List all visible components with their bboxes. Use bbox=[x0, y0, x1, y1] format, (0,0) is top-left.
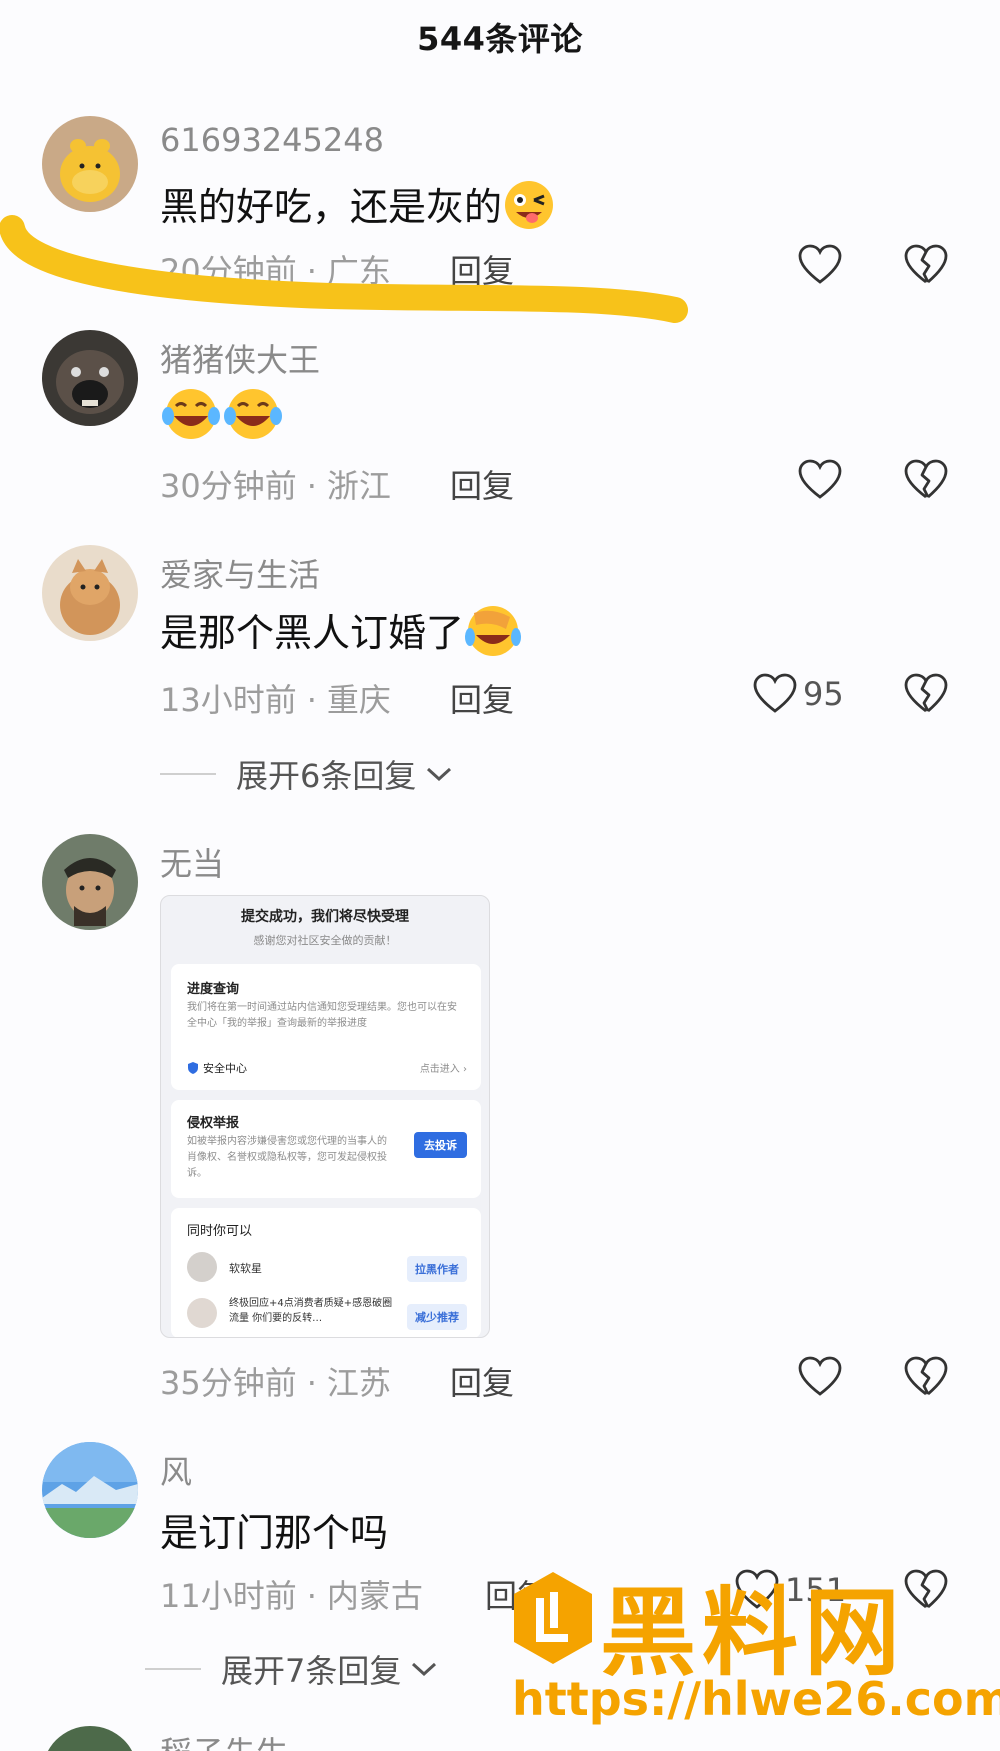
divider bbox=[160, 773, 216, 775]
comment-meta: 11小时前 · 内蒙古 bbox=[160, 1571, 423, 1617]
avatar[interactable] bbox=[42, 1442, 138, 1538]
comment-meta: 35分钟前 · 江苏 bbox=[160, 1358, 391, 1404]
infringe-title: 侵权举报 bbox=[187, 1116, 240, 1131]
comment-location: 广东 bbox=[326, 252, 391, 290]
user1-name: 软软星 bbox=[229, 1262, 262, 1275]
enter-link[interactable]: 点击进入 › bbox=[420, 1060, 467, 1075]
dislike-button[interactable] bbox=[904, 1569, 948, 1615]
brand-logo-icon bbox=[514, 1572, 592, 1664]
username[interactable]: 无当 bbox=[160, 839, 224, 885]
attached-screenshot-image[interactable]: 提交成功，我们将尽快受理 感谢您对社区安全做的贡献！ 进度查询 我们将在第一时间… bbox=[160, 895, 490, 1338]
avatar[interactable] bbox=[42, 116, 138, 212]
also-title: 同时你可以 bbox=[187, 1224, 253, 1239]
heart-icon bbox=[798, 244, 842, 284]
comment-time: 11小时前 bbox=[160, 1577, 297, 1615]
separator: · bbox=[306, 1364, 317, 1402]
username[interactable]: 猪猪侠大王 bbox=[160, 335, 320, 381]
comment-location: 江苏 bbox=[326, 1364, 391, 1402]
chevron-down-icon bbox=[412, 1662, 437, 1677]
chevron-down-icon bbox=[427, 767, 452, 782]
username[interactable]: 61693245248 bbox=[160, 121, 384, 159]
broken-heart-icon bbox=[904, 244, 948, 284]
comment-time: 20分钟前 bbox=[160, 252, 297, 290]
comment-meta: 30分钟前 · 浙江 bbox=[160, 461, 391, 507]
complain-button[interactable]: 去投诉 bbox=[414, 1132, 467, 1158]
comment-text-content: 黑的好吃，还是灰的 bbox=[160, 185, 503, 229]
comment-location: 浙江 bbox=[326, 467, 391, 505]
avatar bbox=[187, 1298, 217, 1328]
expand-replies-button[interactable]: 展开6条回复 bbox=[160, 751, 454, 797]
divider bbox=[145, 1668, 201, 1670]
screenshot-subtitle: 感谢您对社区安全做的贡献！ bbox=[253, 934, 397, 947]
comment-time: 30分钟前 bbox=[160, 467, 297, 505]
comment-text: 是那个黑人订婚了 bbox=[160, 602, 522, 668]
dislike-button[interactable] bbox=[904, 459, 948, 505]
comment-location: 内蒙古 bbox=[326, 1577, 423, 1615]
separator: · bbox=[306, 1577, 317, 1615]
reply-button[interactable]: 回复 bbox=[450, 461, 514, 507]
broken-heart-icon bbox=[904, 673, 948, 713]
progress-title: 进度查询 bbox=[187, 982, 240, 997]
reply-button[interactable]: 回复 bbox=[450, 675, 514, 721]
avatar[interactable] bbox=[42, 545, 138, 641]
broken-heart-icon bbox=[904, 459, 948, 499]
broken-heart-icon bbox=[904, 1356, 948, 1396]
expand-replies-label: 展开7条回复 bbox=[221, 1652, 402, 1690]
avatar[interactable] bbox=[42, 1726, 138, 1751]
like-button[interactable] bbox=[798, 1356, 842, 1398]
screenshot-title: 提交成功，我们将尽快受理 bbox=[241, 909, 409, 925]
watermark-url: https://hlwe26.com bbox=[512, 1672, 1000, 1726]
avatar[interactable] bbox=[42, 330, 138, 426]
expand-replies-button[interactable]: 展开7条回复 bbox=[145, 1646, 439, 1692]
security-center-row[interactable]: 安全中心 bbox=[187, 1060, 247, 1076]
heart-icon bbox=[798, 459, 842, 499]
username[interactable]: 稻子先生 bbox=[160, 1728, 288, 1751]
username[interactable]: 风 bbox=[160, 1447, 192, 1493]
laughing-tears-emoji-icon bbox=[222, 386, 284, 451]
avatar[interactable] bbox=[42, 834, 138, 930]
wink-tongue-emoji-icon bbox=[502, 178, 556, 241]
avatar bbox=[187, 1252, 217, 1282]
like-button[interactable]: 95 bbox=[753, 673, 844, 715]
facepalm-laugh-emoji-icon bbox=[464, 603, 522, 668]
laughing-tears-emoji-icon bbox=[160, 386, 222, 451]
reply-button[interactable]: 回复 bbox=[450, 1358, 514, 1404]
like-count: 95 bbox=[803, 675, 844, 713]
comment-meta: 13小时前 · 重庆 bbox=[160, 675, 391, 721]
heart-icon bbox=[798, 1356, 842, 1396]
comment-time: 35分钟前 bbox=[160, 1364, 297, 1402]
comment-location: 重庆 bbox=[326, 681, 391, 719]
dislike-button[interactable] bbox=[904, 1356, 948, 1402]
separator: · bbox=[306, 681, 317, 719]
block-author-button[interactable]: 拉黑作者 bbox=[407, 1256, 467, 1282]
comments-count-title: 544条评论 bbox=[417, 20, 583, 58]
progress-card: 进度查询 我们将在第一时间通过站内信通知您受理结果。您也可以在安全中心「我的举报… bbox=[171, 964, 481, 1090]
shield-icon bbox=[188, 1062, 198, 1074]
progress-text: 我们将在第一时间通过站内信通知您受理结果。您也可以在安全中心「我的举报」查询最新… bbox=[187, 1002, 457, 1029]
dislike-button[interactable] bbox=[904, 244, 948, 290]
like-button[interactable] bbox=[798, 459, 842, 501]
username[interactable]: 爱家与生活 bbox=[160, 550, 320, 596]
comment-text: 是订门那个吗 bbox=[160, 1511, 389, 1555]
expand-replies-label: 展开6条回复 bbox=[236, 757, 417, 795]
security-center-label: 安全中心 bbox=[203, 1062, 247, 1075]
dislike-button[interactable] bbox=[904, 673, 948, 719]
reduce-recommend-button[interactable]: 减少推荐 bbox=[407, 1304, 467, 1330]
heart-icon bbox=[753, 673, 797, 713]
reply-button[interactable]: 回复 bbox=[450, 246, 514, 292]
comment-time: 13小时前 bbox=[160, 681, 297, 719]
broken-heart-icon bbox=[904, 1569, 948, 1609]
infringe-text: 如被举报内容涉嫌侵害您或您代理的当事人的肖像权、名誉权或隐私权等，您可发起侵权投… bbox=[187, 1136, 387, 1179]
separator: · bbox=[306, 467, 317, 505]
comment-text: 黑的好吃，还是灰的 bbox=[160, 176, 556, 241]
comment-meta: 20分钟前 · 广东 bbox=[160, 246, 391, 292]
separator: · bbox=[306, 252, 317, 290]
infringe-card: 侵权举报 如被举报内容涉嫌侵害您或您代理的当事人的肖像权、名誉权或隐私权等，您可… bbox=[171, 1100, 481, 1198]
comment-text bbox=[160, 386, 284, 451]
user2-text: 终极回应+4点消费者质疑+感恩破圈流量 你们要的反转… bbox=[229, 1298, 393, 1324]
also-card: 同时你可以 软软星 拉黑作者 终极回应+4点消费者质疑+感恩破圈流量 你们要的反… bbox=[171, 1208, 481, 1337]
like-button[interactable] bbox=[798, 244, 842, 286]
comment-text-content: 是那个黑人订婚了 bbox=[160, 611, 465, 655]
